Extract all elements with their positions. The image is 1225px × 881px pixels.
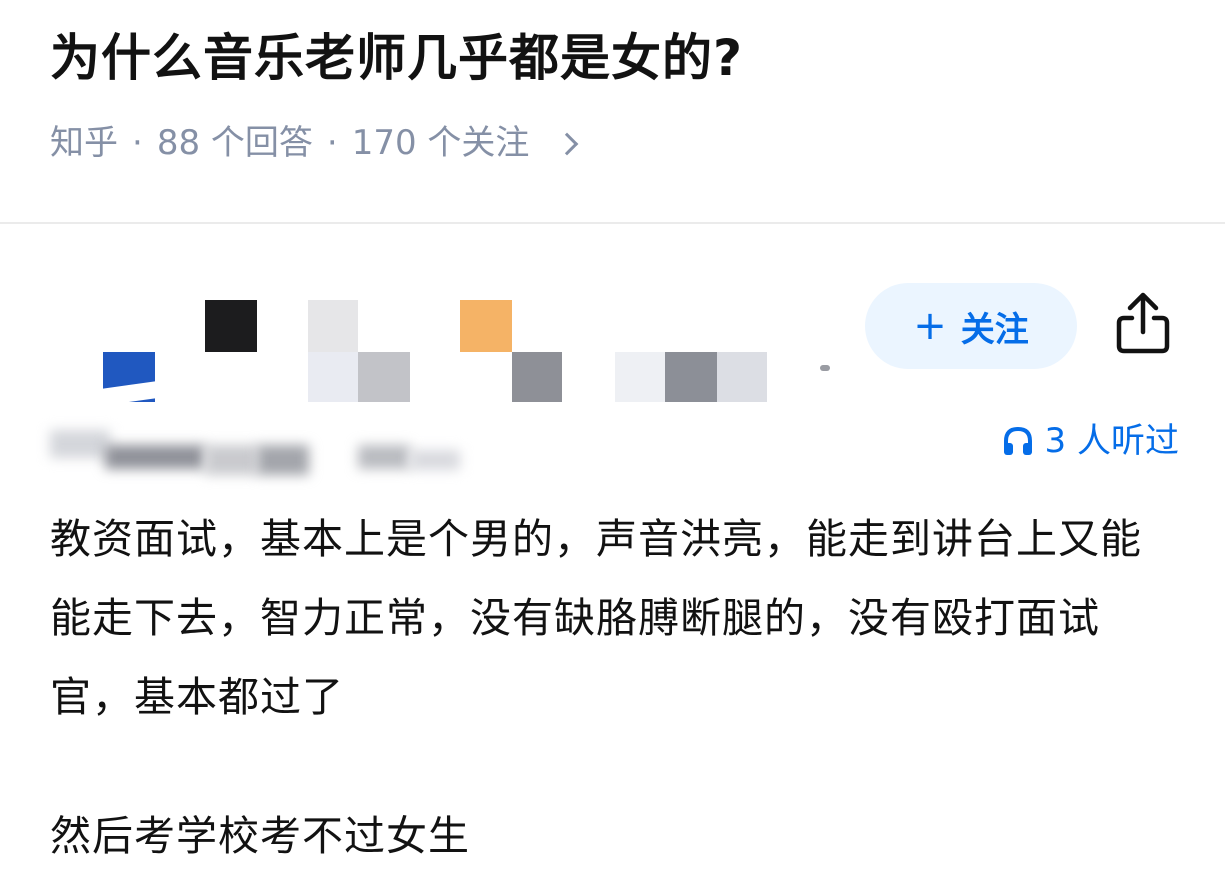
- divider: [0, 222, 1225, 224]
- follower-count: 170 个关注: [351, 123, 530, 163]
- meta-separator: ·: [326, 123, 338, 163]
- answer-count: 88 个回答: [156, 123, 313, 163]
- answer-paragraph: 然后考学校考不过女生: [50, 812, 470, 860]
- listen-count[interactable]: 3 人听过: [1001, 416, 1179, 466]
- question-title[interactable]: 为什么音乐老师几乎都是女的?: [50, 22, 743, 94]
- share-icon[interactable]: [1112, 290, 1174, 356]
- answer-page: 为什么音乐老师几乎都是女的? 知乎 · 88 个回答 · 170 个关注 + 关…: [0, 0, 1225, 881]
- follow-button[interactable]: + 关注: [865, 283, 1077, 369]
- author-info-mosaic[interactable]: [50, 295, 830, 485]
- source-label: 知乎: [50, 123, 118, 163]
- question-meta[interactable]: 知乎 · 88 个回答 · 170 个关注: [50, 118, 579, 168]
- headphones-icon: [1003, 426, 1032, 455]
- listen-count-label: 3 人听过: [1044, 421, 1179, 461]
- chevron-right-icon: [556, 132, 579, 156]
- answer-paragraph: 教资面试，基本上是个男的，声音洪亮，能走到讲台上又能能走下去，智力正常，没有缺胳…: [50, 515, 1142, 721]
- plus-icon: +: [913, 303, 947, 349]
- follow-label: 关注: [960, 309, 1029, 350]
- answer-content[interactable]: 教资面试，基本上是个男的，声音洪亮，能走到讲台上又能能走下去，智力正常，没有缺胳…: [50, 500, 1180, 876]
- meta-separator: ·: [132, 123, 143, 163]
